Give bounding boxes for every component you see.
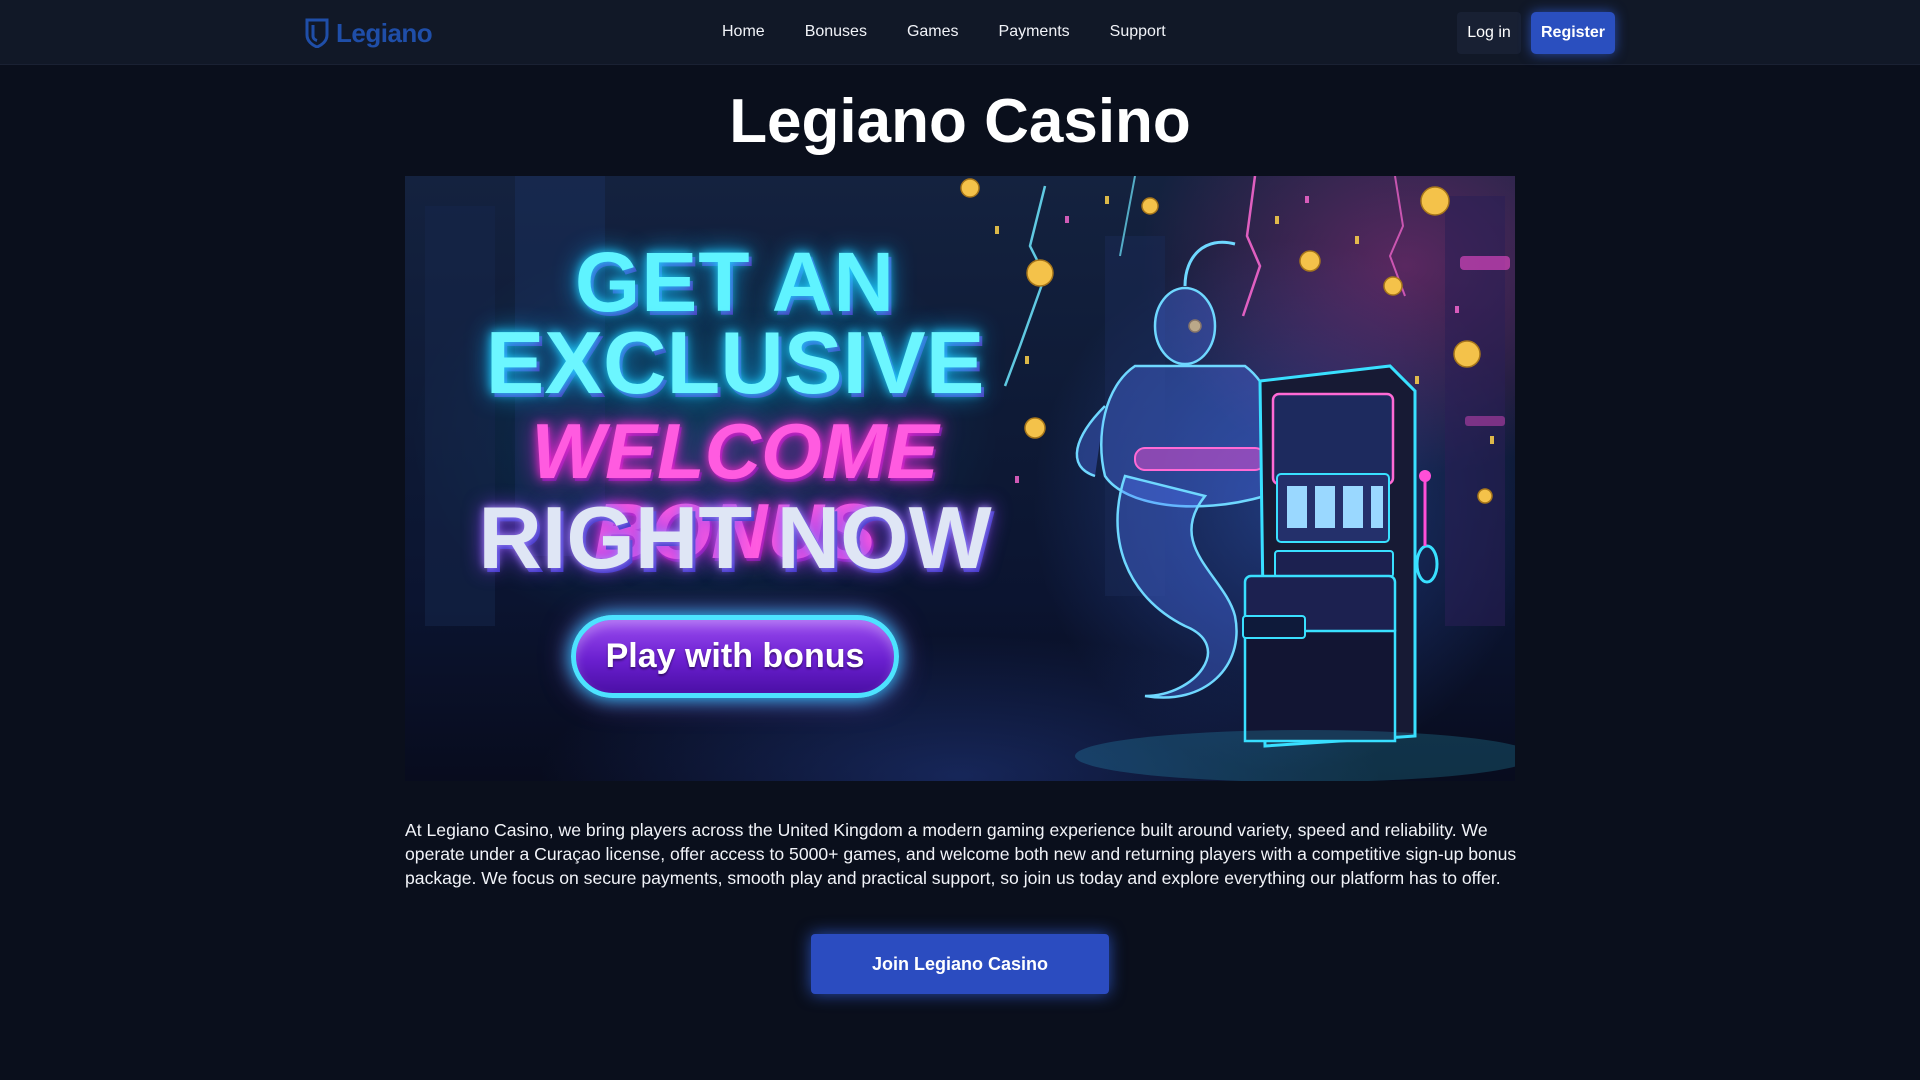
- top-navigation-bar: Legiano Home Bonuses Games Payments Supp…: [0, 0, 1920, 65]
- play-with-bonus-button[interactable]: Play with bonus: [571, 615, 899, 698]
- register-button[interactable]: Register: [1531, 12, 1615, 54]
- main-nav: Home Bonuses Games Payments Support: [722, 21, 1166, 43]
- page-title: Legiano Casino: [729, 87, 1191, 156]
- nav-home[interactable]: Home: [722, 21, 765, 43]
- hero-headline-line-1: GET AN: [574, 235, 896, 329]
- intro-paragraph: At Legiano Casino, we bring players acro…: [405, 820, 1517, 888]
- logo-text: Legiano: [336, 17, 433, 48]
- hero-banner[interactable]: GET AN EXCLUSIVE WELCOME BONUS RIGHT NOW…: [405, 176, 1515, 781]
- login-button[interactable]: Log in: [1457, 12, 1521, 54]
- nav-games[interactable]: Games: [907, 21, 959, 43]
- nav-bonuses[interactable]: Bonuses: [805, 21, 867, 43]
- nav-support[interactable]: Support: [1110, 21, 1166, 43]
- hero-headline-line-2: EXCLUSIVE: [485, 313, 985, 412]
- hero-headline-line-4: RIGHT NOW: [478, 488, 992, 587]
- site-logo[interactable]: Legiano: [304, 17, 433, 49]
- join-casino-button[interactable]: Join Legiano Casino: [811, 934, 1109, 994]
- shield-logo-icon: [305, 18, 329, 48]
- nav-payments[interactable]: Payments: [999, 21, 1070, 43]
